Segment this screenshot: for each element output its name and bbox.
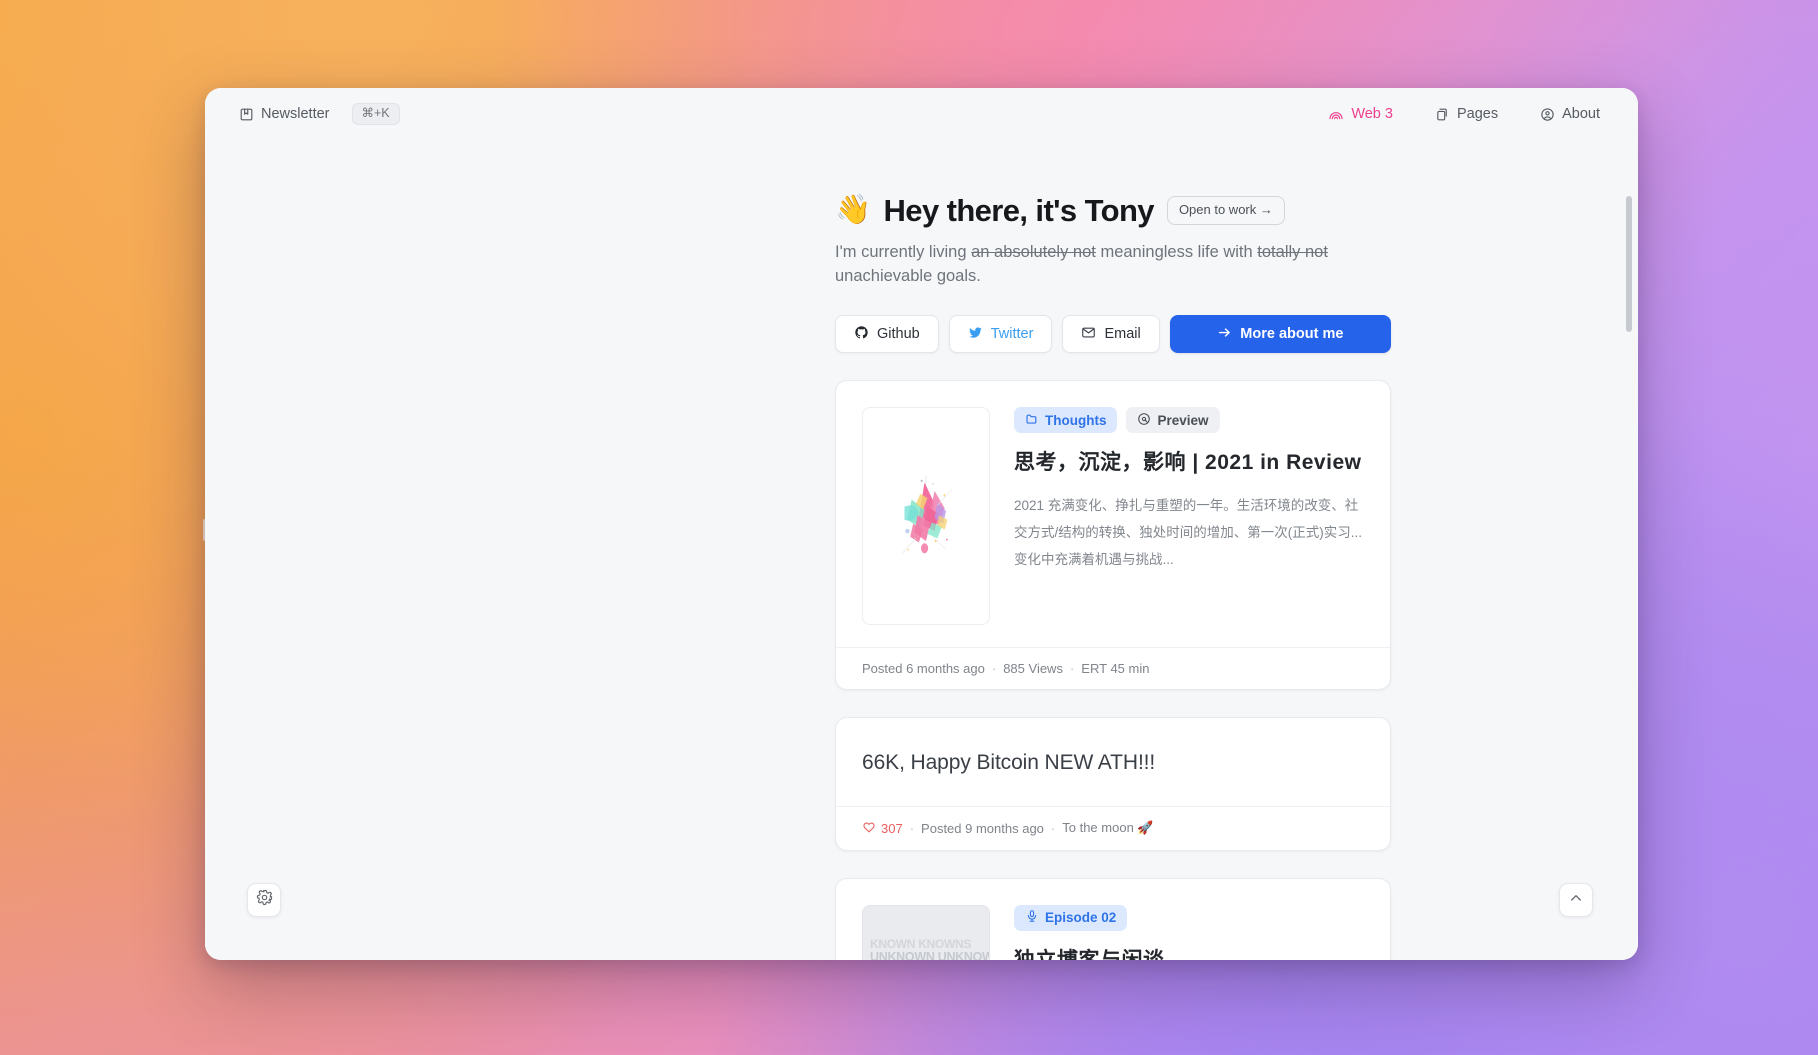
post-card-footer: 307 · Posted 9 months ago · To the moon … <box>836 805 1390 850</box>
more-about-me-label: More about me <box>1240 326 1344 343</box>
eye-circle-icon <box>1137 412 1151 429</box>
social-button-row: Github Twitter Email More about me <box>835 315 1391 354</box>
post-excerpt: 2021 充满变化、挣扎与重塑的一年。生活环境的改变、社交方式/结构的转换、独处… <box>1014 497 1362 567</box>
user-circle-icon <box>1540 107 1555 122</box>
post-card-footer: Posted 6 months ago · 885 Views · ERT 45… <box>836 647 1390 689</box>
nav-item-about-label: About <box>1562 106 1600 122</box>
desktop-background: Newsletter ⌘+K Web 3 Pages About 👋 Hey t… <box>0 0 1818 1055</box>
email-button[interactable]: Email <box>1062 315 1160 354</box>
hero-sub-strike2: totally not <box>1257 243 1328 262</box>
post-title[interactable]: 思考，沉淀，影响 | 2021 in Review <box>1014 448 1364 478</box>
nav-item-about[interactable]: About <box>1540 106 1600 122</box>
tag-thoughts-label: Thoughts <box>1045 412 1107 428</box>
post-tag-list: Thoughts Preview <box>1014 407 1364 434</box>
post-posted-date: Posted 6 months ago <box>862 661 985 677</box>
separator-dot: · <box>1050 820 1056 836</box>
hero-sub-part1: I'm currently living <box>835 243 972 262</box>
gear-icon <box>256 889 273 911</box>
separator-dot: · <box>1069 661 1075 677</box>
book-icon <box>239 107 254 122</box>
separator-dot: · <box>909 820 915 836</box>
nav-item-pages[interactable]: Pages <box>1435 106 1498 122</box>
post-card-thoughts[interactable]: Thoughts Preview 思考，沉淀，影响 | 2021 in Revi… <box>835 380 1391 691</box>
nav-item-newsletter-label: Newsletter <box>261 106 330 122</box>
twitter-icon <box>968 325 983 344</box>
post-note: To the moon 🚀 <box>1062 820 1154 836</box>
email-button-label: Email <box>1104 326 1141 343</box>
settings-button[interactable] <box>247 883 281 917</box>
nav-item-pages-label: Pages <box>1456 106 1499 122</box>
post-card-body: 66K, Happy Bitcoin NEW ATH!!! <box>836 718 1390 806</box>
chevron-up-icon <box>1568 890 1584 911</box>
nav-item-newsletter[interactable]: Newsletter <box>239 106 330 122</box>
page-scroll-viewport[interactable]: 👋 Hey there, it's Tony Open to work → I'… <box>205 140 1638 960</box>
copy-icon <box>1435 107 1450 122</box>
post-card-episode[interactable]: KNOWN KNOWNS UNKNOWN UNKNOWNS KNOWN KNOW… <box>835 877 1391 960</box>
waving-hand-icon: 👋 <box>835 194 871 227</box>
command-k-shortcut[interactable]: ⌘+K <box>351 103 400 125</box>
post-title[interactable]: 66K, Happy Bitcoin NEW ATH!!! <box>862 748 1364 778</box>
nav-left-group: Newsletter ⌘+K <box>239 103 400 125</box>
post-card-bitcoin[interactable]: 66K, Happy Bitcoin NEW ATH!!! 307 · Post… <box>835 717 1391 851</box>
post-posted-date: Posted 9 months ago <box>921 820 1044 836</box>
twitter-button[interactable]: Twitter <box>948 315 1053 354</box>
browser-window: Newsletter ⌘+K Web 3 Pages About 👋 Hey t… <box>205 88 1638 960</box>
rainbow-icon <box>1328 106 1344 122</box>
tag-episode-label: Episode 02 <box>1045 910 1117 926</box>
tag-thoughts[interactable]: Thoughts <box>1014 407 1118 434</box>
envelope-icon <box>1081 325 1096 344</box>
post-view-count: 885 Views <box>1003 661 1063 677</box>
like-count-label: 307 <box>881 820 903 836</box>
github-button-label: Github <box>877 326 920 343</box>
content-column: 👋 Hey there, it's Tony Open to work → I'… <box>835 192 1391 960</box>
heart-icon <box>862 820 876 837</box>
page-scrollbar-thumb[interactable] <box>1626 196 1632 332</box>
post-thumbnail-poster: KNOWN KNOWNS UNKNOWN UNKNOWNS KNOWN KNOW… <box>862 904 990 960</box>
page-title: 👋 Hey there, it's Tony Open to work → <box>835 192 1391 229</box>
page-scrollbar-track[interactable] <box>1626 196 1632 960</box>
post-read-time: ERT 45 min <box>1081 661 1150 677</box>
tag-episode[interactable]: Episode 02 <box>1014 904 1128 931</box>
github-icon <box>854 325 869 344</box>
github-button[interactable]: Github <box>835 315 939 354</box>
post-card-main: Episode 02 独立博客与闲谈 <box>1014 904 1364 960</box>
folder-icon <box>1025 412 1039 429</box>
hero-sub-part3: unachievable goals. <box>835 267 981 286</box>
post-card-main: Thoughts Preview 思考，沉淀，影响 | 2021 in Revi… <box>1014 407 1364 625</box>
hero-subtitle: I'm currently living an absolutely not m… <box>835 241 1387 289</box>
post-thumbnail-artwork <box>862 407 990 626</box>
nav-item-web3-label: Web 3 <box>1351 106 1393 122</box>
like-count[interactable]: 307 <box>862 820 903 837</box>
hero-sub-strike1: an absolutely not <box>971 243 1096 262</box>
page-content: 👋 Hey there, it's Tony Open to work → I'… <box>205 140 1638 960</box>
microphone-icon <box>1025 909 1039 926</box>
post-title[interactable]: 独立博客与闲谈 <box>1014 946 1364 960</box>
twitter-button-label: Twitter <box>990 326 1034 343</box>
separator-dot: · <box>991 661 997 677</box>
nav-item-web3[interactable]: Web 3 <box>1328 106 1393 122</box>
hero-title-text: Hey there, it's Tony <box>883 193 1155 228</box>
scroll-to-top-button[interactable] <box>1559 883 1593 917</box>
open-to-work-badge[interactable]: Open to work → <box>1166 196 1285 225</box>
top-navigation-bar: Newsletter ⌘+K Web 3 Pages About <box>205 88 1638 140</box>
hero-sub-part2: meaningless life with <box>1095 243 1258 262</box>
post-tag-list: Episode 02 <box>1014 904 1364 931</box>
more-about-me-button[interactable]: More about me <box>1169 315 1391 354</box>
post-card-body: Thoughts Preview 思考，沉淀，影响 | 2021 in Revi… <box>836 381 1390 647</box>
poster-line-2: UNKNOWN UNKNOWNS <box>870 950 989 960</box>
post-card-main: 66K, Happy Bitcoin NEW ATH!!! <box>862 748 1364 778</box>
arrow-right-icon <box>1217 325 1232 344</box>
tag-preview-label: Preview <box>1157 412 1209 428</box>
nav-right-group: Web 3 Pages About <box>1328 106 1600 122</box>
post-card-body: KNOWN KNOWNS UNKNOWN UNKNOWNS KNOWN KNOW… <box>836 879 1390 960</box>
tag-preview[interactable]: Preview <box>1126 407 1220 434</box>
